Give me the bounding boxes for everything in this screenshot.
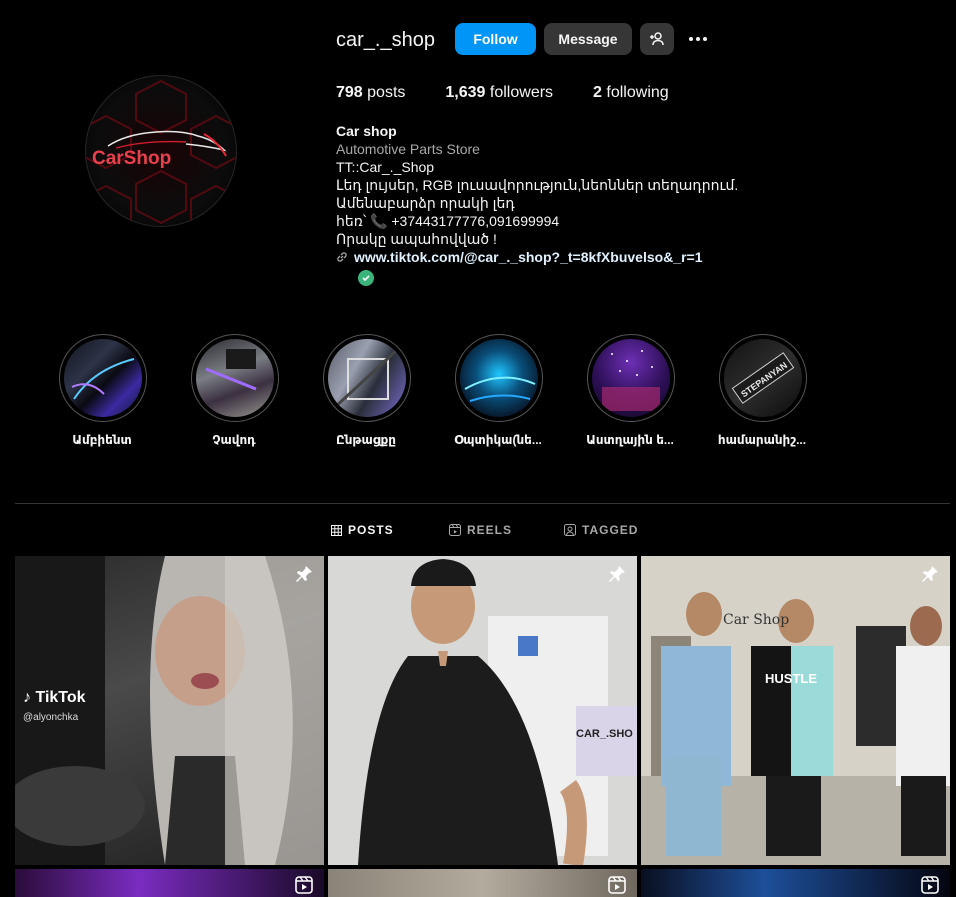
- tab-tagged[interactable]: TAGGED: [564, 523, 638, 537]
- post-wall-text: Car Shop: [723, 612, 790, 628]
- highlight-label: համարանիշ...: [717, 433, 807, 447]
- link-icon: [337, 252, 347, 262]
- pinned-icon: [922, 566, 938, 582]
- highlight-thumbnail: [460, 339, 538, 417]
- add-user-icon: [650, 32, 664, 46]
- reel-icon: [921, 876, 939, 894]
- highlight-label: Աստղային ե...: [586, 433, 674, 447]
- post-image: [328, 556, 637, 865]
- post-tile[interactable]: Car Shop HUSTLE: [641, 556, 950, 865]
- highlight-thumbnail: [196, 339, 274, 417]
- tab-reels[interactable]: REELS: [449, 523, 512, 537]
- highlight-chavod[interactable]: [191, 334, 279, 422]
- reel-icon: [295, 876, 313, 894]
- post-tile[interactable]: CAR_.SHO: [328, 556, 637, 865]
- tabs-divider: [15, 503, 950, 504]
- svg-text:CarShop: CarShop: [92, 148, 171, 169]
- post-tile[interactable]: [641, 869, 950, 897]
- more-options-icon[interactable]: [686, 30, 710, 48]
- bio-category[interactable]: Automotive Parts Store: [336, 140, 936, 158]
- highlight-process[interactable]: [323, 334, 411, 422]
- bio-line: Լեդ լույսեր, RGB լուսավորություն,նեոններ…: [336, 177, 739, 193]
- profile-username: car_._shop: [336, 29, 435, 51]
- message-button[interactable]: Message: [544, 23, 632, 55]
- highlight-thumbnail: [592, 339, 670, 417]
- highlight-label: Օպտիկա(նե...: [454, 433, 542, 447]
- profile-stats: 798 posts 1,639 followers 2 following: [336, 84, 709, 102]
- bio-line: Ամենաբարձր որակի լեդ: [336, 195, 515, 211]
- posts-stat: 798 posts: [336, 84, 406, 101]
- bio-link[interactable]: www.tiktok.com/@car_._shop?_t=8kfXbuvels…: [336, 248, 936, 266]
- highlight-label: Ընթացքը: [336, 433, 396, 447]
- bio-line: TT::Car_._Shop: [336, 159, 435, 175]
- verified-check-icon: [358, 270, 374, 286]
- pinned-icon: [609, 566, 625, 582]
- follow-button[interactable]: Follow: [455, 23, 536, 55]
- highlight-ambient[interactable]: [59, 334, 147, 422]
- bio-name: Car shop: [336, 123, 397, 139]
- tiktok-icon: ♪: [23, 689, 31, 706]
- profile-avatar[interactable]: CarShop: [85, 75, 237, 227]
- bio-line: Որակը ապահովված !: [336, 231, 497, 247]
- highlight-label: Չավոդ: [212, 433, 256, 447]
- profile-bio: Car shop Automotive Parts Store TT::Car_…: [336, 122, 936, 286]
- highlight-label: Ամբիենտ: [72, 433, 132, 447]
- highlight-plates[interactable]: STEPANYAN: [719, 334, 807, 422]
- highlight-thumbnail: STEPANYAN: [724, 339, 802, 417]
- tiktok-watermark: ♪ TikTok: [23, 689, 86, 706]
- carshop-logo: CarShop: [86, 79, 236, 226]
- followers-stat[interactable]: 1,639 followers: [445, 84, 553, 102]
- post-tile[interactable]: ♪ TikTok @alyonchka: [15, 556, 324, 865]
- following-stat[interactable]: 2 following: [593, 84, 669, 102]
- post-image: [15, 556, 324, 865]
- reels-icon: [449, 524, 461, 536]
- post-sign-text: CAR_.SHO: [576, 728, 633, 740]
- bio-line: հեռ՝ 📞 +37443177776,091699994: [336, 213, 560, 229]
- highlight-thumbnail: [328, 339, 406, 417]
- highlight-thumbnail: [64, 339, 142, 417]
- tab-posts[interactable]: POSTS: [331, 523, 394, 537]
- suggest-user-button[interactable]: [640, 23, 674, 55]
- pinned-icon: [296, 566, 312, 582]
- post-tile[interactable]: [328, 869, 637, 897]
- reel-icon: [608, 876, 626, 894]
- tiktok-handle: @alyonchka: [23, 712, 79, 723]
- grid-icon: [331, 524, 342, 536]
- tagged-icon: [564, 524, 576, 536]
- post-tile[interactable]: [15, 869, 324, 897]
- highlight-starlight[interactable]: [587, 334, 675, 422]
- post-image: [641, 556, 950, 865]
- post-shirt-text: HUSTLE: [765, 671, 817, 686]
- highlight-optics[interactable]: [455, 334, 543, 422]
